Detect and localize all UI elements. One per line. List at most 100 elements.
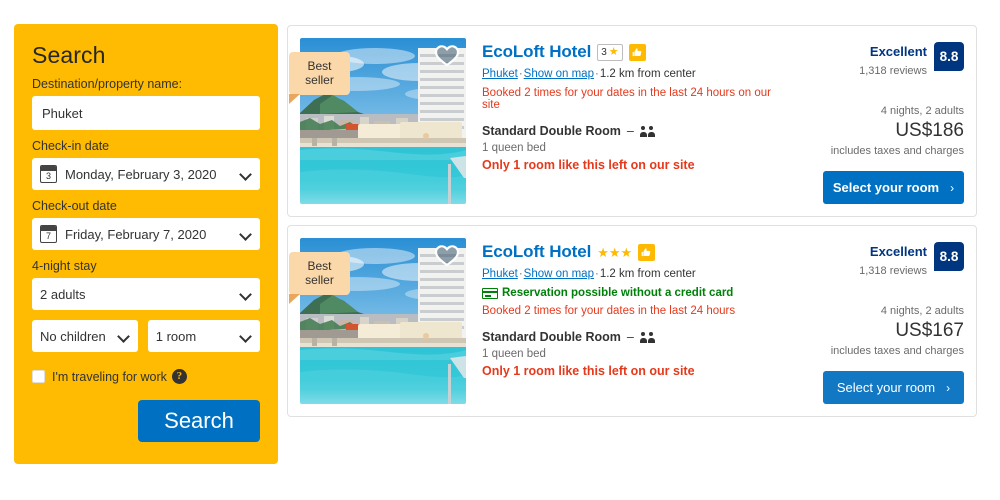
star-icon: ★: [608, 244, 621, 260]
occupancy-icons: [639, 125, 655, 137]
select-room-label: Select your room: [836, 380, 936, 395]
hotel-name-row: EcoLoft Hotel 3 ★: [482, 42, 778, 62]
room-dash: –: [626, 124, 634, 138]
hotel-photo-wrapper: Best seller: [289, 238, 466, 404]
checkout-label: Check-out date: [32, 199, 117, 213]
search-button-row: Search: [32, 384, 260, 442]
checkin-date-value: Monday, February 3, 2020: [65, 166, 217, 182]
hotel-name-row: EcoLoft Hotel ★ ★ ★: [482, 242, 778, 262]
calendar-icon: 3: [40, 165, 57, 183]
review-score-word: Excellent: [869, 44, 927, 59]
chevron-down-icon: [241, 169, 252, 180]
thumbs-up-icon: [628, 43, 646, 61]
chevron-down-icon: [241, 289, 252, 300]
availability-warning: Only 1 room like this left on our site: [482, 364, 695, 378]
rooms-value: 1 room: [155, 328, 197, 344]
star-rating-badge: 3 ★: [597, 43, 623, 61]
chevron-right-icon: ›: [950, 180, 955, 195]
review-score-row[interactable]: Excellent 1,318 reviews 8.8: [859, 42, 964, 79]
star-rating-number: 3: [601, 46, 607, 58]
hotel-score-price: Excellent 1,318 reviews 8.8 4 nights, 2 …: [778, 38, 964, 204]
children-value: No children: [40, 328, 106, 344]
no-credit-card-row: Reservation possible without a credit ca…: [482, 287, 778, 299]
review-count: 1,318 reviews: [859, 265, 927, 277]
total-price: US$186: [895, 120, 964, 141]
destination-label: Destination/property name:: [32, 77, 183, 91]
hotel-score-price: Excellent 1,318 reviews 8.8 4 nights, 2 …: [778, 238, 964, 404]
select-room-label: Select your room: [832, 180, 940, 195]
chevron-right-icon: ›: [946, 380, 951, 395]
city-link[interactable]: Phuket: [482, 268, 518, 280]
occupancy-icons: [639, 331, 655, 343]
no-credit-card-text: Reservation possible without a credit ca…: [502, 287, 734, 299]
star-icon: ★: [620, 244, 633, 260]
help-icon[interactable]: ?: [171, 369, 187, 384]
room-type-row: Standard Double Room –: [482, 124, 778, 138]
adults-select[interactable]: 2 adults: [32, 278, 260, 310]
person-icon: [639, 125, 647, 137]
room-name: Standard Double Room: [482, 124, 621, 138]
person-icon: [647, 125, 655, 137]
star-icon: ★: [608, 45, 619, 58]
credit-card-icon: [482, 287, 498, 299]
person-icon: [647, 331, 655, 343]
stay-summary: 4 nights, 2 adults: [880, 105, 964, 117]
chevron-down-icon: [119, 331, 130, 342]
search-results-page: Search Destination/property name: Phuket…: [0, 0, 1000, 500]
stay-length-label: 4-night stay: [32, 259, 97, 273]
bed-configuration: 1 queen bed: [482, 142, 546, 154]
review-score-badge: 8.8: [934, 242, 964, 271]
review-score-badge: 8.8: [934, 42, 964, 71]
best-seller-ribbon: Best seller: [289, 252, 350, 304]
traveling-for-work-checkbox[interactable]: [32, 370, 45, 383]
hotel-info: EcoLoft Hotel ★ ★ ★ Phuket·Show on map·1…: [466, 238, 778, 404]
favorite-heart-icon[interactable]: [434, 43, 460, 67]
review-score-word: Excellent: [869, 244, 927, 259]
review-score-texts: Excellent 1,318 reviews: [859, 242, 927, 279]
favorite-heart-icon[interactable]: [434, 243, 460, 267]
total-price: US$167: [895, 320, 964, 341]
search-button[interactable]: Search: [138, 400, 260, 442]
results-list: Best seller EcoLoft Hotel 3 ★ Phuket·Sho…: [287, 25, 977, 417]
star-rating: ★ ★ ★: [597, 244, 633, 260]
hotel-card[interactable]: Best seller: [287, 225, 977, 417]
room-name: Standard Double Room: [482, 330, 621, 344]
search-panel: Search Destination/property name: Phuket…: [14, 24, 278, 464]
children-select[interactable]: No children: [32, 320, 138, 352]
room-dash: –: [626, 330, 634, 344]
checkin-date-select[interactable]: 3 Monday, February 3, 2020: [32, 158, 260, 190]
star-icon: ★: [597, 244, 609, 260]
checkin-label: Check-in date: [32, 139, 110, 153]
traveling-for-work-label: I'm traveling for work: [52, 369, 167, 384]
price-block: 4 nights, 2 adults US$186 includes taxes…: [831, 104, 964, 158]
show-on-map-link[interactable]: Show on map: [524, 268, 594, 280]
show-on-map-link[interactable]: Show on map: [524, 68, 594, 80]
destination-input[interactable]: Phuket: [32, 96, 260, 130]
hotel-card[interactable]: Best seller: [287, 25, 977, 217]
review-score-row[interactable]: Excellent 1,318 reviews 8.8: [859, 242, 964, 279]
room-type-row: Standard Double Room –: [482, 330, 778, 344]
hotel-name-link[interactable]: EcoLoft Hotel: [482, 42, 591, 62]
hotel-location-row: Phuket·Show on map·1.2 km from center: [482, 268, 696, 280]
chevron-down-icon: [241, 229, 252, 240]
review-score-texts: Excellent 1,318 reviews: [859, 42, 927, 79]
price-block: 4 nights, 2 adults US$167 includes taxes…: [831, 304, 964, 358]
hotel-photo-wrapper: Best seller: [289, 38, 466, 204]
calendar-icon: 7: [40, 225, 57, 243]
hotel-location-row: Phuket·Show on map·1.2 km from center: [482, 68, 696, 80]
hotel-info: EcoLoft Hotel 3 ★ Phuket·Show on map·1.2…: [466, 38, 778, 204]
taxes-note: includes taxes and charges: [830, 345, 964, 357]
select-your-room-button[interactable]: Select your room ›: [823, 371, 964, 404]
select-your-room-button[interactable]: Select your room ›: [823, 171, 964, 204]
search-panel-title: Search: [32, 42, 106, 68]
traveling-for-work-row[interactable]: I'm traveling for work ?: [32, 369, 260, 384]
booked-urgency-text: Booked 2 times for your dates in the las…: [482, 87, 771, 111]
city-link[interactable]: Phuket: [482, 68, 518, 80]
rooms-select[interactable]: 1 room: [147, 320, 260, 352]
adults-value: 2 adults: [40, 286, 86, 302]
person-icon: [639, 331, 647, 343]
distance-from-center: 1.2 km from center: [599, 268, 696, 280]
hotel-name-link[interactable]: EcoLoft Hotel: [482, 242, 591, 262]
review-count: 1,318 reviews: [859, 65, 927, 77]
checkout-date-select[interactable]: 7 Friday, February 7, 2020: [32, 218, 260, 250]
